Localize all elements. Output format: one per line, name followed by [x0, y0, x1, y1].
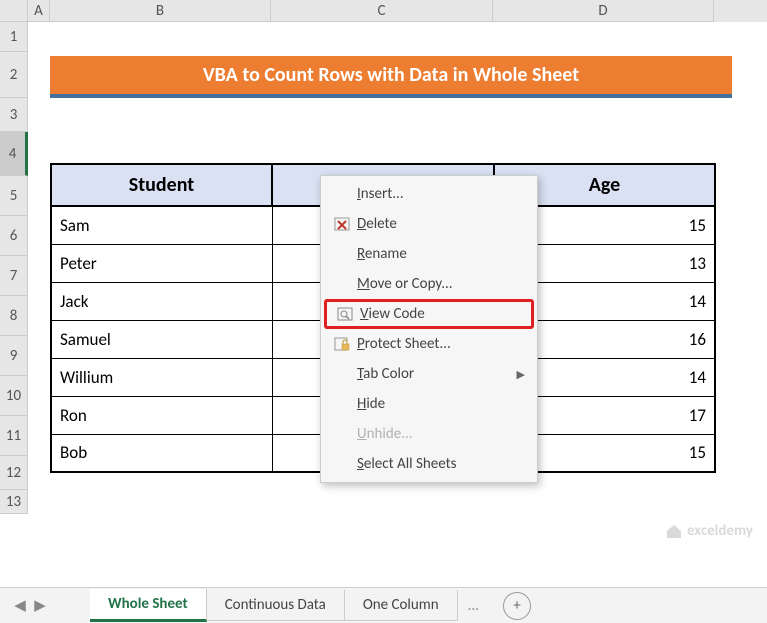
- sheet-tab-bar: ◀ ▶ Whole Sheet Continuous Data One Colu…: [0, 587, 767, 623]
- sheet-context-menu: Insert... Delete Rename Move or Copy... …: [320, 175, 538, 483]
- view-code-icon: [330, 305, 360, 323]
- row-header-2[interactable]: 2: [0, 52, 28, 98]
- col-header-b[interactable]: B: [50, 0, 271, 22]
- menu-unhide: Unhide...: [321, 419, 537, 449]
- menu-delete[interactable]: Delete: [321, 209, 537, 239]
- menu-hide[interactable]: Hide: [321, 389, 537, 419]
- menu-select-all-sheets[interactable]: Select All Sheets: [321, 449, 537, 479]
- watermark-icon: [665, 522, 683, 540]
- table-header-student[interactable]: Student: [51, 164, 272, 206]
- row-header-9[interactable]: 9: [0, 336, 28, 376]
- row-header-12[interactable]: 12: [0, 456, 28, 490]
- row-header-13[interactable]: 13: [0, 490, 28, 514]
- menu-rename[interactable]: Rename: [321, 239, 537, 269]
- row-header-5[interactable]: 5: [0, 176, 28, 216]
- row-header-10[interactable]: 10: [0, 376, 28, 416]
- select-all-corner[interactable]: [0, 0, 28, 22]
- row-headers-col: 1 2 3 4 5 6 7 8 9 10 11 12 13: [0, 22, 28, 514]
- submenu-arrow-icon: ▶: [517, 368, 525, 381]
- sheet-tab-one-column[interactable]: One Column: [345, 590, 458, 621]
- row-header-1[interactable]: 1: [0, 22, 28, 52]
- menu-view-code[interactable]: View Code: [324, 299, 534, 329]
- column-headers-row: A B C D: [0, 0, 767, 22]
- row-header-6[interactable]: 6: [0, 216, 28, 256]
- watermark: exceldemy: [665, 522, 753, 540]
- col-header-c[interactable]: C: [271, 0, 493, 22]
- row-header-11[interactable]: 11: [0, 416, 28, 456]
- spreadsheet-grid: A B C D 1 2 3 4 5 6 7 8 9 10 11 12 13 VB…: [0, 0, 767, 580]
- delete-icon: [327, 215, 357, 233]
- col-header-a[interactable]: A: [28, 0, 50, 22]
- row-header-3[interactable]: 3: [0, 98, 28, 132]
- col-header-d[interactable]: D: [493, 0, 714, 22]
- tab-nav-prev[interactable]: ◀: [10, 596, 30, 616]
- title-banner: VBA to Count Rows with Data in Whole She…: [50, 56, 732, 98]
- protect-icon: [327, 335, 357, 353]
- sheet-tab-continuous-data[interactable]: Continuous Data: [207, 590, 345, 621]
- menu-tab-color[interactable]: Tab Color ▶: [321, 359, 537, 389]
- tab-nav-next[interactable]: ▶: [30, 596, 50, 616]
- menu-insert[interactable]: Insert...: [321, 179, 537, 209]
- tab-overflow[interactable]: ...: [458, 591, 489, 621]
- menu-move-copy[interactable]: Move or Copy...: [321, 269, 537, 299]
- menu-protect-sheet[interactable]: Protect Sheet...: [321, 329, 537, 359]
- sheet-tab-whole-sheet[interactable]: Whole Sheet: [90, 589, 207, 622]
- add-sheet-button[interactable]: +: [503, 592, 531, 620]
- row-header-4[interactable]: 4: [0, 132, 28, 176]
- row-header-8[interactable]: 8: [0, 296, 28, 336]
- row-header-7[interactable]: 7: [0, 256, 28, 296]
